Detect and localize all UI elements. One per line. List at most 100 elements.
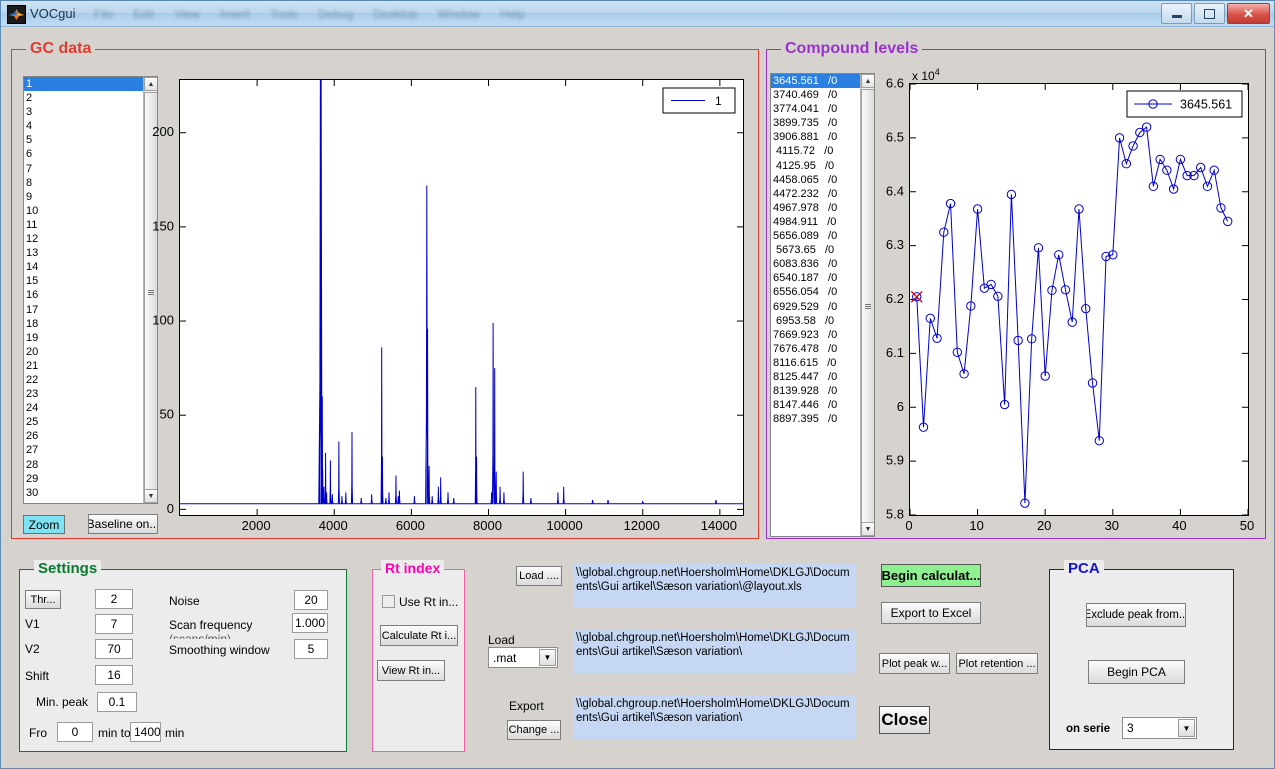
gc-file-listbox[interactable]: 1 2 3 4 5 6 7 8 9 10 11 12 13 14 15 16 17 18 19 20 21 22 23 24 2… [23,76,158,504]
load-layout-button[interactable]: Load .... [516,566,562,586]
menu-item-file[interactable]: File [94,7,113,23]
list-item[interactable]: 19 [24,331,143,345]
list-item[interactable]: 7669.923 /0 [771,328,860,342]
menu-item-window[interactable]: Window [437,7,480,23]
list-item[interactable]: 11 [24,218,143,232]
list-item[interactable]: 6929.529 /0 [771,300,860,314]
list-item[interactable]: 4984.911 /0 [771,215,860,229]
menu-item-edit[interactable]: Edit [133,7,154,23]
close-window-button[interactable]: ✕ [1227,3,1270,24]
min-peak-field[interactable]: 0.1 [97,692,137,712]
list-item[interactable]: 29 [24,472,143,486]
list-item[interactable]: 6083.836 /0 [771,257,860,271]
list-item[interactable]: 30 [24,486,143,500]
exclude-peak-button[interactable]: Exclude peak from... [1086,603,1186,627]
export-to-excel-button[interactable]: Export to Excel [881,602,981,624]
restore-button[interactable] [1194,3,1225,24]
compound-scroll-thumb[interactable] [861,89,874,523]
compound-list-items[interactable]: 3645.561 /0 3740.469 /0 3774.041 /0 3899.73… [771,74,860,536]
gc-scroll-thumb[interactable] [144,92,157,492]
list-item[interactable]: 4967.978 /0 [771,201,860,215]
from-field[interactable]: 0 [57,722,93,742]
close-button[interactable]: Close [879,706,930,734]
list-item[interactable]: 28 [24,458,143,472]
threshold-field[interactable]: 2 [95,589,133,609]
list-item[interactable]: 6953.58 /0 [771,314,860,328]
list-item[interactable]: 8125.447 /0 [771,370,860,384]
v2-field[interactable]: 70 [95,639,133,659]
list-item[interactable]: 20 [24,345,143,359]
menu-item-tools[interactable]: Tools [270,7,298,23]
noise-field[interactable]: 20 [294,590,328,610]
list-item[interactable]: 3740.469 /0 [771,88,860,102]
export-path-display[interactable]: \\global.chgroup.net\Hoersholm\Home\DKLG… [573,695,856,739]
scroll-up-icon[interactable]: ▲ [144,77,157,91]
menu-item-help[interactable]: Help [500,7,525,23]
scan-frequency-field[interactable]: 1.000 [292,613,328,633]
list-item[interactable]: 6556.054 /0 [771,285,860,299]
use-rt-index-checkbox[interactable] [382,595,395,608]
list-item[interactable]: 23 [24,387,143,401]
menu-bar[interactable]: File Edit View Insert Tools Debug Deskto… [94,7,525,23]
list-item[interactable]: 6540.187 /0 [771,271,860,285]
gc-file-list-items[interactable]: 1 2 3 4 5 6 7 8 9 10 11 12 13 14 15 16 17 18 19 20 21 22 23 24 2… [24,77,143,503]
list-item[interactable]: 3645.561 /0 [771,74,860,89]
list-item[interactable]: 16 [24,288,143,302]
chevron-down-icon[interactable]: ▼ [539,649,556,666]
list-item[interactable]: 6 [24,147,143,161]
list-item[interactable]: 12 [24,232,143,246]
to-field[interactable]: 14000 [130,722,161,742]
list-item[interactable]: 25 [24,415,143,429]
list-item[interactable]: 26 [24,429,143,443]
list-item[interactable]: 5656.089 /0 [771,229,860,243]
zoom-button[interactable]: Zoom [23,515,65,534]
list-item[interactable]: 8116.615 /0 [771,356,860,370]
list-item[interactable]: 4125.95 /0 [771,159,860,173]
compound-scroll-down-icon[interactable]: ▼ [861,522,874,536]
list-item[interactable]: 4458.065 /0 [771,173,860,187]
list-item[interactable]: 8147.446 /0 [771,398,860,412]
smoothing-window-field[interactable]: 5 [294,639,328,659]
compound-listbox[interactable]: 3645.561 /0 3740.469 /0 3774.041 /0 3899.73… [770,73,875,537]
list-item[interactable]: 7676.478 /0 [771,342,860,356]
list-item[interactable]: 7 [24,162,143,176]
v1-field[interactable]: 7 [95,614,133,634]
gc-list-scrollbar[interactable]: ▲ ▼ [143,77,157,503]
begin-calculation-button[interactable]: Begin calculat... [881,564,981,587]
list-item[interactable]: 13 [24,246,143,260]
serie-combo[interactable]: 3 ▼ [1122,717,1197,739]
list-item[interactable]: 8 [24,176,143,190]
view-rt-index-button[interactable]: View Rt in... [377,660,445,681]
menu-item-insert[interactable]: Insert [220,7,250,23]
load-path-display[interactable]: \\global.chgroup.net\Hoersholm\Home\DKLG… [573,629,856,673]
compound-level-plot[interactable]: 3645.561 [909,83,1249,516]
minimize-button[interactable] [1161,3,1192,24]
list-item[interactable]: 4 [24,119,143,133]
list-item[interactable]: 3 [24,105,143,119]
list-item[interactable]: 3774.041 /0 [771,102,860,116]
plot-retention-button[interactable]: Plot retention ... [956,653,1038,674]
list-item[interactable]: 27 [24,443,143,457]
list-item[interactable]: 8139.928 /0 [771,384,860,398]
baseline-button[interactable]: Baseline on... [88,514,158,534]
list-item[interactable]: 3906.881 /0 [771,130,860,144]
serie-chevron-down-icon[interactable]: ▼ [1178,719,1195,737]
list-item[interactable]: 3899.735 /0 [771,116,860,130]
list-item[interactable]: 5673.65 /0 [771,243,860,257]
list-item[interactable]: 10 [24,204,143,218]
list-item[interactable]: 4472.232 /0 [771,187,860,201]
compound-scroll-up-icon[interactable]: ▲ [861,74,874,88]
list-item[interactable]: 2 [24,91,143,105]
list-item[interactable]: 22 [24,373,143,387]
menu-item-view[interactable]: View [174,7,200,23]
list-item[interactable]: 8897.395 /0 [771,412,860,426]
list-item[interactable]: 15 [24,274,143,288]
list-item[interactable]: 18 [24,317,143,331]
change-export-path-button[interactable]: Change ... [507,720,561,740]
scroll-down-icon[interactable]: ▼ [144,489,157,503]
list-item[interactable]: 14 [24,260,143,274]
shift-field[interactable]: 16 [95,665,133,685]
menu-item-desktop[interactable]: Desktop [373,7,417,23]
plot-peak-button[interactable]: Plot peak w... [879,653,950,674]
calculate-rt-index-button[interactable]: Calculate Rt i... [380,625,458,646]
